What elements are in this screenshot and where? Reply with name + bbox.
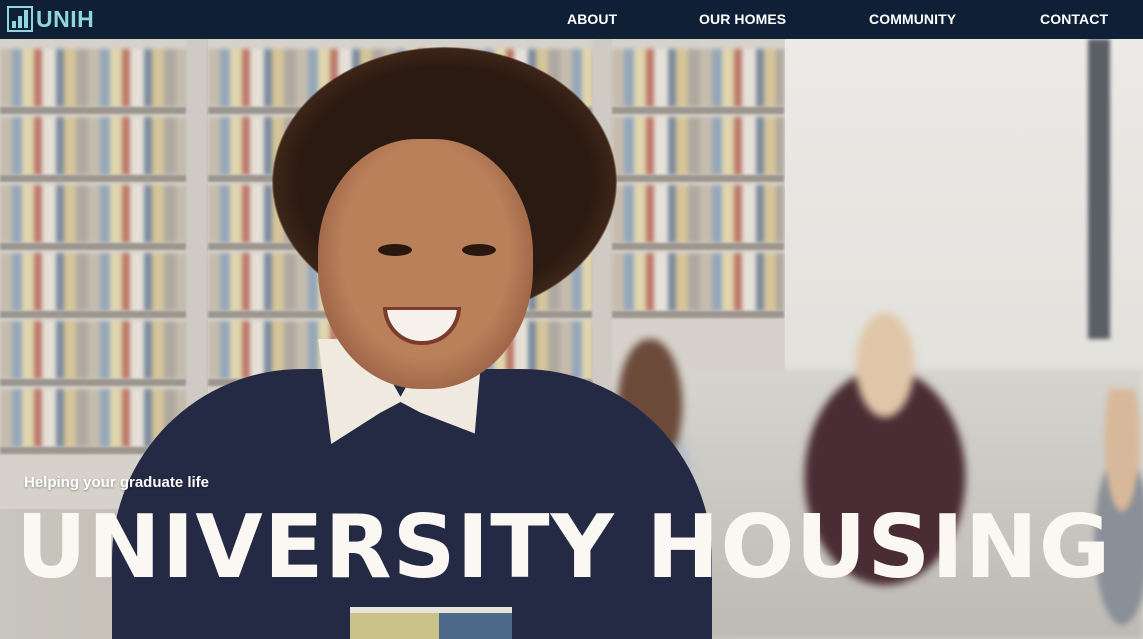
- student-face: [318, 139, 533, 389]
- nav-link-about[interactable]: ABOUT: [567, 11, 617, 27]
- top-navigation-bar: UNIH ABOUT OUR HOMES COMMUNITY CONTACT: [0, 0, 1143, 39]
- bar-chart-icon: [7, 6, 33, 32]
- nav-link-community[interactable]: COMMUNITY: [869, 11, 956, 27]
- book: [350, 607, 512, 639]
- logo-text: UNIH: [36, 6, 95, 32]
- hero-headline: UNIVERSITY HOUSING: [16, 496, 1112, 598]
- site-logo[interactable]: UNIH: [7, 5, 94, 33]
- hero-tagline: Helping your graduate life: [24, 474, 210, 491]
- nav-link-our-homes[interactable]: OUR HOMES: [699, 11, 786, 27]
- nav-link-contact[interactable]: CONTACT: [1040, 11, 1108, 27]
